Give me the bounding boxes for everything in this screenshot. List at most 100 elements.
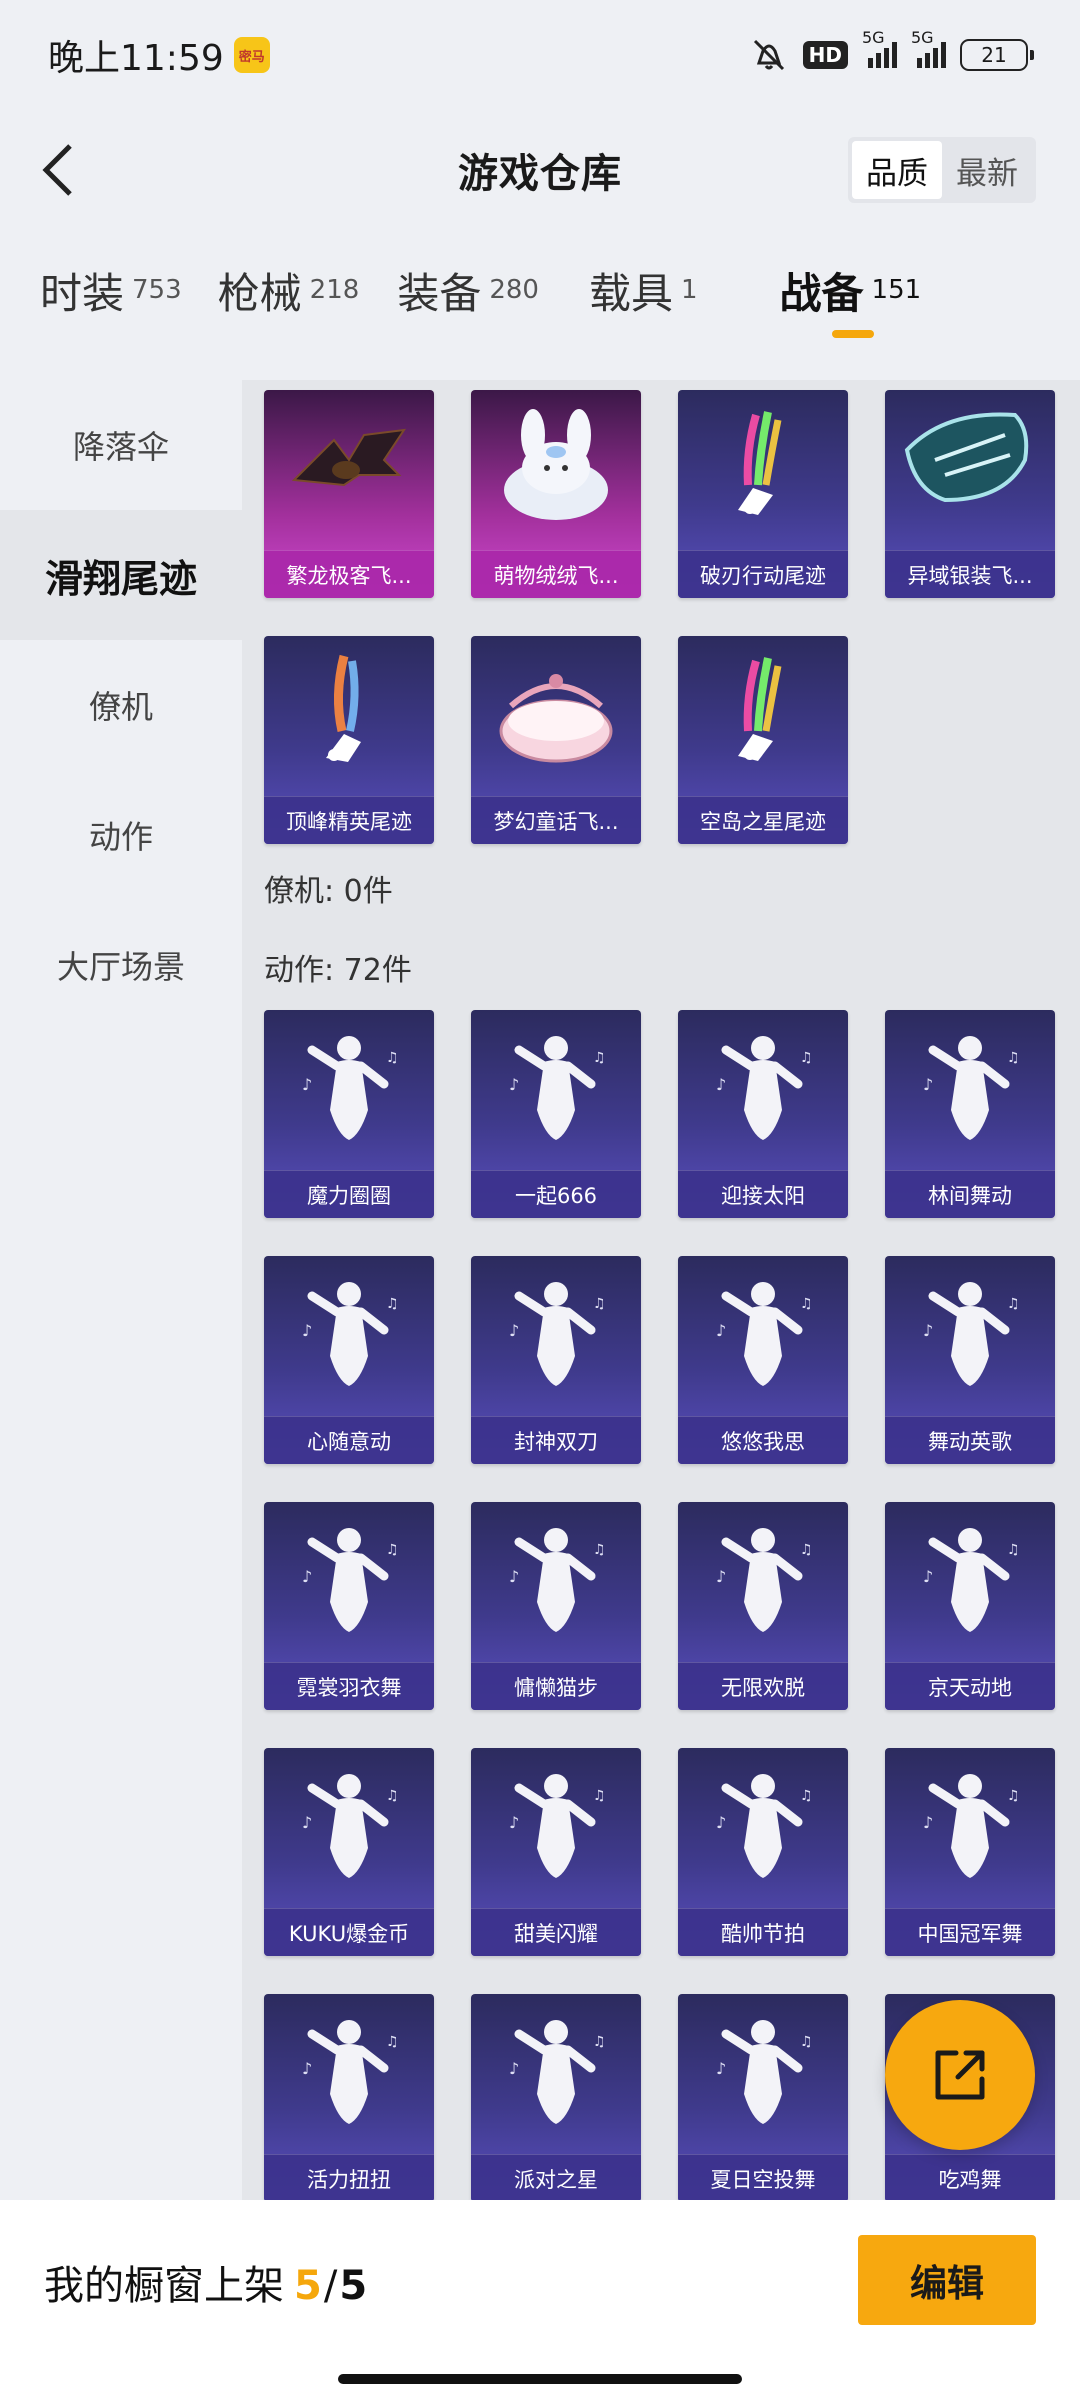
status-time: 晚上11:59	[48, 38, 224, 79]
dance-figure-icon: ♪♫	[264, 1748, 434, 1908]
svg-text:♫: ♫	[386, 2034, 399, 2050]
item-card[interactable]: ♪ ♫ 心随意动	[264, 1256, 434, 1464]
sort-newest-button[interactable]: 最新	[942, 141, 1032, 199]
dance-figure-icon: ♪♫	[678, 1010, 848, 1170]
svg-text:♫: ♫	[800, 1296, 813, 1312]
item-card[interactable]: ♪ ♫ KUKU爆金币	[264, 1748, 434, 1956]
tab-count: 218	[309, 275, 360, 305]
tab-label: 载具	[588, 269, 673, 318]
dance-figure-icon: ♪♫	[885, 1502, 1055, 1662]
svg-text:♪: ♪	[923, 1321, 933, 1340]
item-name: 京天动地	[885, 1662, 1055, 1710]
item-name: 酷帅节拍	[678, 1908, 848, 1956]
dance-figure-icon: ♪♫	[885, 1010, 1055, 1170]
item-card[interactable]: ♪ ♫ 无限欢脱	[678, 1502, 848, 1710]
fairy-drum-icon	[471, 636, 641, 796]
battery-icon: 21	[960, 39, 1034, 71]
item-card[interactable]: ♪ ♫ 迎接太阳	[678, 1010, 848, 1218]
item-name: 慵懒猫步	[471, 1662, 641, 1710]
svg-text:♪: ♪	[716, 1321, 726, 1340]
item-card[interactable]: ♪ ♫ 一起666	[471, 1010, 641, 1218]
item-card[interactable]: ♪ ♫ 舞动英歌	[885, 1256, 1055, 1464]
item-name: 空岛之星尾迹	[678, 796, 848, 844]
dance-figure-icon: ♪♫	[471, 1256, 641, 1416]
tab-battle-gear[interactable]: 战备 151	[780, 260, 921, 338]
item-card[interactable]: ♪ ♫ 活力扭扭	[264, 1994, 434, 2200]
tab-label: 时装	[40, 269, 125, 318]
item-card[interactable]: 萌物绒绒飞...	[471, 390, 641, 598]
svg-text:♪: ♪	[302, 1567, 312, 1586]
item-card[interactable]: ♪ ♫ 中国冠军舞	[885, 1748, 1055, 1956]
item-card[interactable]: 异域银装飞...	[885, 390, 1055, 598]
actions-section-title: 动作: 72件	[264, 953, 412, 988]
svg-text:♫: ♫	[386, 1542, 399, 1558]
dance-figure-icon: ♪♫	[678, 1994, 848, 2154]
back-button[interactable]	[28, 140, 88, 200]
dance-figure-icon: ♪♫	[264, 1994, 434, 2154]
svg-text:♪: ♪	[716, 1813, 726, 1832]
svg-text:♪: ♪	[509, 2059, 519, 2078]
item-card[interactable]: 破刃行动尾迹	[678, 390, 848, 598]
tab-count: 1	[680, 275, 698, 305]
network-type: 5G	[862, 28, 885, 47]
svg-text:♪: ♪	[716, 2059, 726, 2078]
item-name: 异域银装飞...	[885, 550, 1055, 598]
edit-button[interactable]: 编辑	[858, 2235, 1036, 2325]
item-card[interactable]: 繁龙极客飞...	[264, 390, 434, 598]
network-type: 5G	[911, 28, 934, 47]
wingman-section-title: 僚机: 0件	[264, 874, 393, 909]
tab-firearms[interactable]: 枪械 218	[218, 260, 360, 321]
svg-text:♪: ♪	[716, 1075, 726, 1094]
sidebar-item-lobby-scene[interactable]: 大厅场景	[0, 900, 242, 1030]
item-card[interactable]: ♪ ♫ 派对之星	[471, 1994, 641, 2200]
tab-label: 枪械	[217, 269, 302, 318]
item-card[interactable]: ♪ ♫ 京天动地	[885, 1502, 1055, 1710]
item-card[interactable]: ♪ ♫ 悠悠我思	[678, 1256, 848, 1464]
item-card[interactable]: ♪ ♫ 林间舞动	[885, 1010, 1055, 1218]
tab-equipment[interactable]: 装备 280	[397, 260, 539, 321]
svg-text:♫: ♫	[800, 1050, 813, 1066]
sidebar-item-parachute[interactable]: 降落伞	[0, 380, 242, 510]
item-card[interactable]: ♪ ♫ 魔力圈圈	[264, 1010, 434, 1218]
sort-quality-button[interactable]: 品质	[852, 141, 942, 199]
dance-figure-icon: ♪♫	[678, 1748, 848, 1908]
dance-figure-icon: ♪♫	[678, 1502, 848, 1662]
tab-vehicles[interactable]: 载具 1	[589, 260, 698, 321]
item-card[interactable]: 空岛之星尾迹	[678, 636, 848, 844]
sidebar-item-glide-trail[interactable]: 滑翔尾迹	[0, 510, 242, 640]
sidebar-item-wingman[interactable]: 僚机	[0, 640, 242, 770]
tab-fashion[interactable]: 时装 753	[40, 260, 182, 321]
item-card[interactable]: ♪ ♫ 酷帅节拍	[678, 1748, 848, 1956]
sidebar-item-actions[interactable]: 动作	[0, 770, 242, 900]
item-card[interactable]: ♪ ♫ 慵懒猫步	[471, 1502, 641, 1710]
svg-text:♫: ♫	[1007, 1050, 1020, 1066]
svg-text:♪: ♪	[509, 1321, 519, 1340]
item-card[interactable]: 顶峰精英尾迹	[264, 636, 434, 844]
silver-wings-icon	[885, 390, 1055, 550]
item-card[interactable]: ♪ ♫ 霓裳羽衣舞	[264, 1502, 434, 1710]
dragon-wings-icon	[264, 390, 434, 550]
active-tab-indicator	[831, 330, 874, 338]
svg-text:♫: ♫	[386, 1788, 399, 1804]
item-content[interactable]: 繁龙极客飞... 萌物绒绒飞... 破刃行动尾迹 异域银装飞... 顶峰精英尾迹 梦幻童话…	[242, 380, 1080, 2200]
svg-text:♫: ♫	[1007, 1788, 1020, 1804]
bunny-plush-icon	[471, 390, 641, 550]
showcase-status: 我的橱窗上架 5 / 5	[44, 2235, 367, 2311]
item-card[interactable]: ♪ ♫ 封神双刀	[471, 1256, 641, 1464]
status-right: HD 5G 5G 21	[749, 28, 1034, 73]
item-name: 破刃行动尾迹	[678, 550, 848, 598]
showcase-label: 我的橱窗上架	[44, 2263, 284, 2309]
item-card[interactable]: ♪ ♫ 甜美闪耀	[471, 1748, 641, 1956]
share-button[interactable]	[885, 2000, 1035, 2150]
svg-text:♫: ♫	[593, 1296, 606, 1312]
item-card[interactable]: ♪ ♫ 夏日空投舞	[678, 1994, 848, 2200]
dance-figure-icon: ♪♫	[471, 1502, 641, 1662]
svg-text:♪: ♪	[302, 1813, 312, 1832]
item-name: 甜美闪耀	[471, 1908, 641, 1956]
dance-figure-icon: ♪♫	[678, 1256, 848, 1416]
item-name: 封神双刀	[471, 1416, 641, 1464]
svg-text:♫: ♫	[1007, 1296, 1020, 1312]
item-card[interactable]: 梦幻童话飞...	[471, 636, 641, 844]
home-indicator[interactable]	[338, 2374, 742, 2384]
hd-badge: HD	[802, 41, 848, 69]
